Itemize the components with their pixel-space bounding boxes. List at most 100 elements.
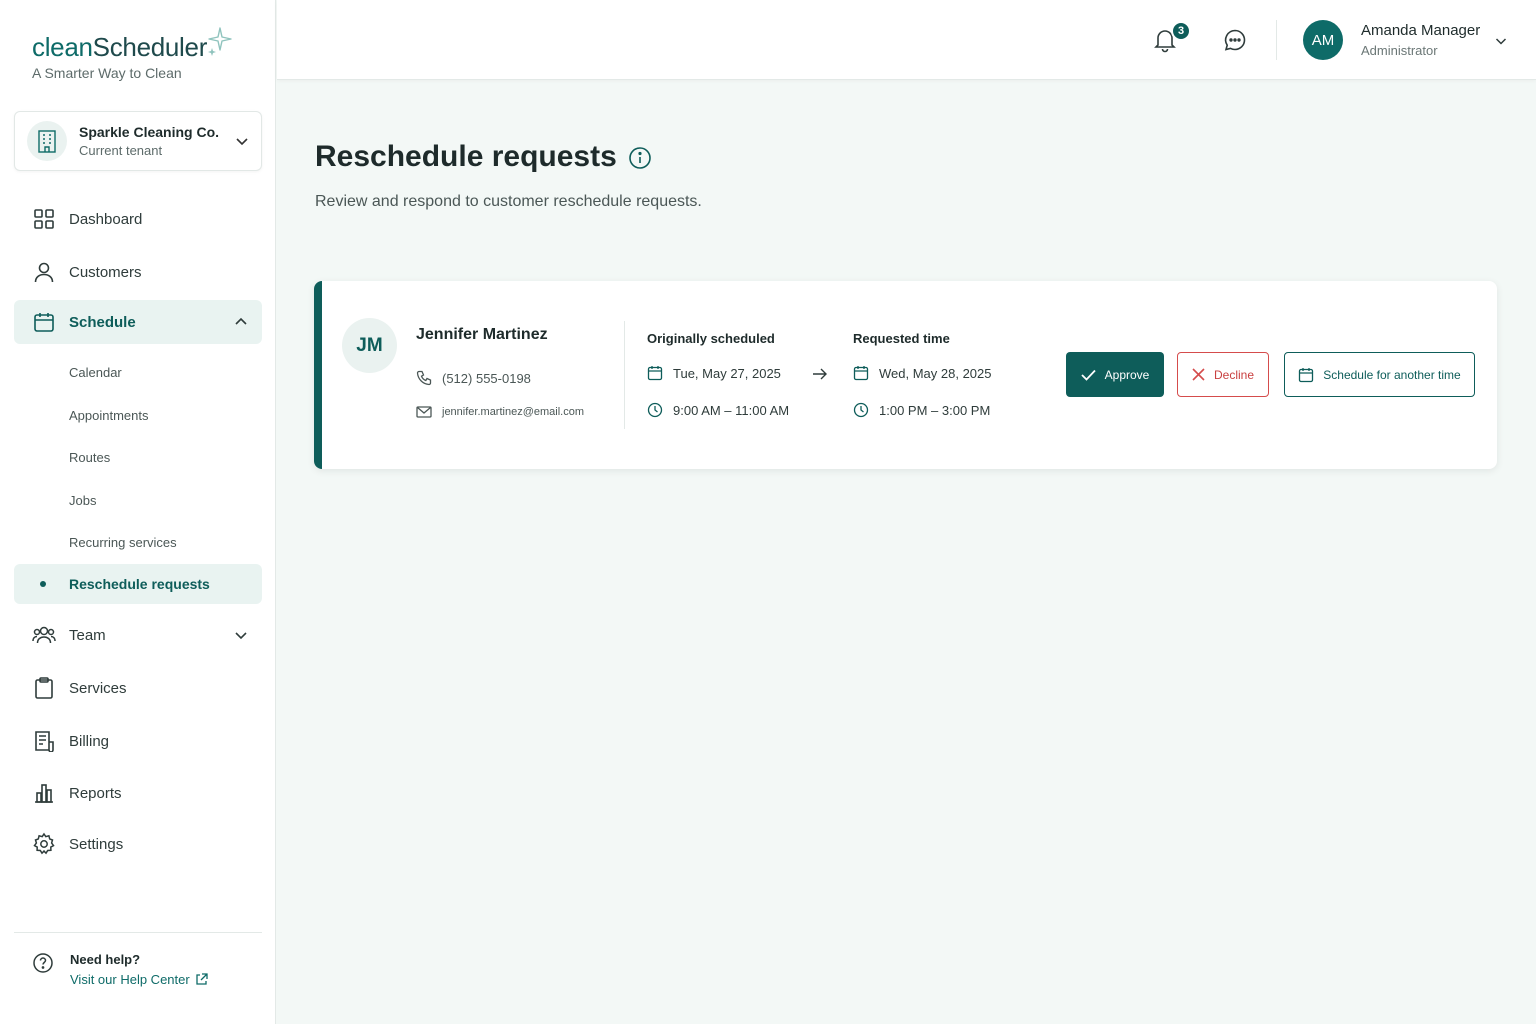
decline-button[interactable]: Decline (1177, 352, 1269, 397)
customer-email-text: jennifer.martinez@email.com (442, 406, 584, 418)
nav-label-dashboard: Dashboard (69, 210, 143, 228)
calendar-icon (647, 365, 673, 381)
schedule-another-time-button[interactable]: Schedule for another time (1284, 352, 1475, 397)
divider (14, 932, 262, 933)
nav-item-dashboard[interactable]: Dashboard (14, 197, 262, 241)
nav-item-schedule[interactable]: Schedule (14, 300, 262, 344)
nav-label-reports: Reports (69, 784, 122, 802)
close-icon (1192, 368, 1214, 381)
nav-label-settings: Settings (69, 835, 124, 853)
sub-item-appointments[interactable]: Appointments (14, 395, 262, 435)
original-date-text: Tue, May 27, 2025 (673, 365, 781, 381)
decline-label: Decline (1213, 367, 1255, 382)
card-accent-bar (314, 281, 322, 469)
info-icon[interactable] (628, 146, 652, 170)
active-dot (40, 581, 46, 587)
requested-label: Requested time (853, 331, 950, 346)
requested-time-text: 1:00 PM – 3:00 PM (879, 402, 991, 418)
user-role: Administrator (1361, 43, 1438, 58)
customer-phone: (512) 555-0198 (416, 370, 531, 386)
help-link-label: Visit our Help Center (70, 972, 190, 987)
tenant-subtitle: Current tenant (79, 143, 163, 158)
user-icon (32, 260, 56, 284)
sub-item-reschedule-requests[interactable]: Reschedule requests (14, 564, 262, 604)
brand-name-part1: clean (32, 32, 93, 62)
nav-item-team[interactable]: Team (14, 613, 262, 657)
calendar-icon (1298, 367, 1323, 383)
sparkle-icon (207, 26, 233, 56)
user-avatar[interactable]: AM (1303, 20, 1343, 60)
user-menu[interactable]: Amanda Manager Administrator (1361, 22, 1480, 58)
approve-button[interactable]: Approve (1066, 352, 1164, 397)
chevron-down-icon (234, 628, 248, 642)
requested-time: 1:00 PM – 3:00 PM (853, 402, 990, 418)
divider (624, 321, 625, 429)
page-title: Reschedule requests (315, 140, 617, 173)
nav-label-services: Services (69, 679, 127, 697)
help-center-link[interactable]: Visit our Help Center (70, 972, 208, 987)
external-link-icon (190, 973, 208, 986)
invoice-icon (32, 729, 56, 753)
gear-icon (32, 832, 56, 856)
sidebar: clean Scheduler A Smarter Way to Clean Sp… (0, 0, 276, 1024)
sub-item-jobs[interactable]: Jobs (14, 480, 262, 520)
customer-email: jennifer.martinez@email.com (416, 405, 584, 419)
sub-item-calendar[interactable]: Calendar (14, 352, 262, 392)
nav-label-schedule: Schedule (69, 313, 136, 331)
user-name: Amanda Manager (1361, 22, 1481, 39)
calendar-icon (32, 310, 56, 334)
chevron-down-icon (235, 134, 249, 148)
chat-icon[interactable] (1223, 28, 1247, 52)
nav-label-team: Team (69, 626, 106, 644)
chevron-up-icon (234, 315, 248, 329)
help-title: Need help? (70, 952, 141, 967)
clipboard-icon (32, 676, 56, 700)
chevron-down-icon[interactable] (1495, 35, 1507, 47)
phone-icon (416, 370, 442, 386)
tenant-switcher[interactable]: Sparkle Cleaning Co. Current tenant (14, 111, 262, 171)
help-circle-icon (32, 952, 54, 987)
sub-item-recurring-services[interactable]: Recurring services (14, 522, 262, 562)
reschedule-request-card: JM Jennifer Martinez (512) 555-0198 jenn… (314, 281, 1497, 469)
top-header: 3 AM Amanda Manager Administrator (277, 0, 1536, 80)
original-time-text: 9:00 AM – 11:00 AM (673, 402, 790, 418)
brand-name: clean Scheduler (32, 27, 233, 63)
bar-chart-icon (32, 781, 56, 805)
original-label: Originally scheduled (647, 331, 775, 346)
help-section: Need help? Visit our Help Center (32, 952, 208, 987)
clock-icon (647, 402, 673, 418)
page-subtitle: Review and respond to customer reschedul… (315, 193, 702, 210)
mail-icon (416, 405, 442, 419)
requested-date: Wed, May 28, 2025 (853, 365, 992, 381)
arrow-right-icon (812, 367, 828, 381)
check-icon (1081, 369, 1105, 381)
original-time: 9:00 AM – 11:00 AM (647, 402, 789, 418)
notification-badge: 3 (1171, 21, 1191, 41)
nav-item-reports[interactable]: Reports (14, 771, 262, 815)
sub-item-routes[interactable]: Routes (14, 437, 262, 477)
divider (1276, 20, 1277, 60)
customer-name: Jennifer Martinez (416, 326, 548, 343)
nav-label-billing: Billing (69, 732, 110, 750)
clock-icon (853, 402, 879, 418)
sub-label-reschedule: Reschedule requests (69, 576, 210, 592)
building-icon (27, 121, 67, 161)
dashboard-icon (32, 207, 56, 231)
brand-tagline: A Smarter Way to Clean (32, 65, 182, 81)
nav-item-services[interactable]: Services (14, 666, 262, 710)
approve-label: Approve (1104, 367, 1150, 382)
team-icon (32, 623, 56, 647)
brand-logo[interactable]: clean Scheduler A Smarter Way to Clean (32, 27, 233, 81)
brand-name-part2: Scheduler (92, 32, 208, 62)
original-date: Tue, May 27, 2025 (647, 365, 781, 381)
nav-item-settings[interactable]: Settings (14, 822, 262, 866)
tenant-name: Sparkle Cleaning Co. (79, 124, 220, 140)
customer-avatar: JM (342, 318, 397, 373)
nav-item-billing[interactable]: Billing (14, 719, 262, 763)
requested-date-text: Wed, May 28, 2025 (879, 365, 992, 381)
calendar-icon (853, 365, 879, 381)
customer-phone-text: (512) 555-0198 (442, 370, 531, 386)
nav-label-customers: Customers (69, 263, 142, 281)
schedule-another-time-label: Schedule for another time (1323, 367, 1461, 382)
nav-item-customers[interactable]: Customers (14, 250, 262, 294)
